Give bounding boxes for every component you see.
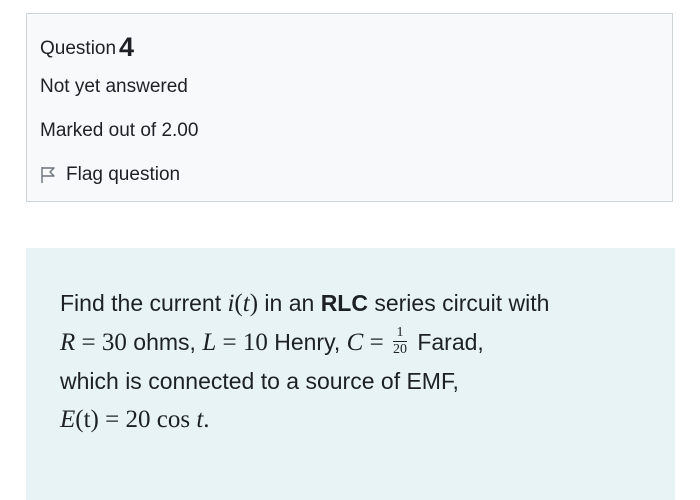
math-capacitance-fraction: 1 20	[392, 326, 407, 358]
question-content-panel: Find the current i(t) in an RLC series c…	[26, 248, 675, 500]
flag-outline-icon	[40, 166, 56, 184]
math-emf-symbol: E	[60, 406, 76, 433]
question-text-fragment: series circuit with	[367, 290, 550, 316]
question-line-2: R = 30 ohms, L = 10 Henry, C = 1 20 Farad…	[60, 323, 660, 362]
capacitance-unit: Farad,	[410, 329, 484, 355]
question-label: Question	[40, 38, 117, 59]
question-line-3: which is connected to a source of EMF,	[60, 368, 459, 394]
question-text-fragment: Find the current	[60, 290, 228, 316]
flag-question-label: Flag question	[66, 164, 181, 185]
math-resistance-value: = 30	[75, 329, 127, 356]
question-text: Find the current i(t) in an RLC series c…	[60, 284, 660, 439]
math-emf-expression: (t) = 20 cos	[75, 406, 197, 433]
fraction-numerator: 1	[392, 326, 407, 343]
flag-question-link[interactable]: Flag question	[40, 163, 180, 187]
math-inductance-value: = 10	[216, 329, 268, 356]
question-line-4: E(t) = 20 cos t.	[60, 400, 660, 439]
math-inductance-symbol: L	[202, 329, 217, 356]
question-text-fragment: in an	[258, 290, 321, 316]
question-info-panel: Question 4 Not yet answered Marked out of…	[26, 13, 673, 202]
inductance-unit: Henry,	[267, 329, 347, 355]
resistance-unit: ohms,	[126, 329, 203, 355]
math-current-arg: (t)	[234, 290, 259, 317]
math-equals: =	[363, 329, 390, 356]
math-capacitance-symbol: C	[346, 329, 364, 356]
question-grade: Marked out of 2.00	[40, 120, 199, 141]
question-number: 4	[119, 32, 135, 62]
question-state: Not yet answered	[40, 76, 188, 97]
fraction-denominator: 20	[392, 342, 407, 358]
math-period: .	[203, 406, 210, 433]
question-line-1: Find the current i(t) in an RLC series c…	[60, 284, 660, 323]
question-title: Question 4	[40, 33, 134, 61]
math-resistance-symbol: R	[60, 329, 76, 356]
rlc-bold-text: RLC	[320, 290, 368, 316]
